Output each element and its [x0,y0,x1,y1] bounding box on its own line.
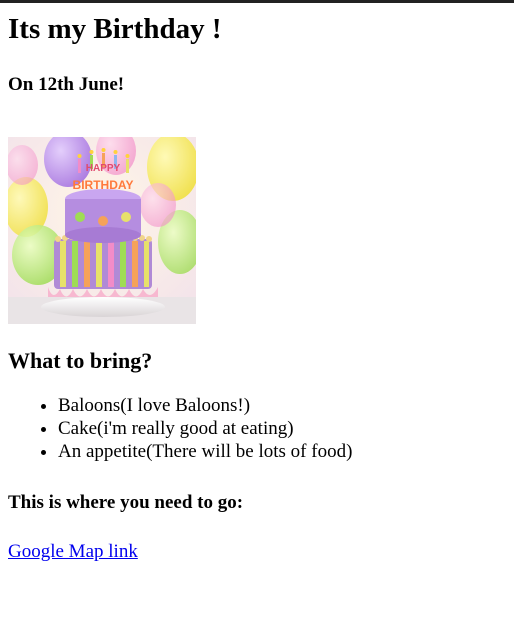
list-item: Cake(i'm really good at eating) [58,417,506,440]
birthday-cake-image: HAPPY BIRTHDAY [8,137,196,324]
svg-text:HAPPY: HAPPY [86,163,121,174]
bring-heading: What to bring? [8,348,153,373]
google-map-link[interactable]: Google Map link [8,540,138,563]
svg-text:BIRTHDAY: BIRTHDAY [73,178,134,192]
date-heading: On 12th June! [8,74,125,95]
top-border [0,0,514,3]
bring-list: Baloons(I love Baloons!) Cake(i'm really… [8,394,506,463]
location-heading: This is where you need to go: [8,492,244,513]
list-item: Baloons(I love Baloons!) [58,394,506,417]
page-content: Its my Birthday ! On 12th June! HAPPY BI… [0,0,514,563]
list-item: An appetite(There will be lots of food) [58,440,506,463]
page-title: Its my Birthday ! [8,13,222,45]
